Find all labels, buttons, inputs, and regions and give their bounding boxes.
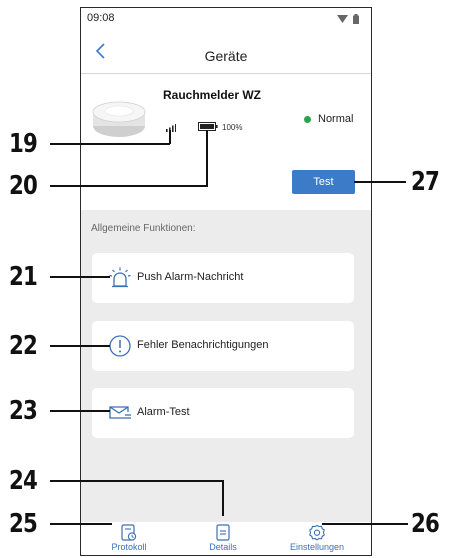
nav-bar: Geräte: [81, 30, 371, 74]
callout-line-24-vertical: [222, 480, 224, 516]
callout-20: 20: [9, 171, 38, 201]
signal-strength-icon: [166, 124, 176, 132]
alarm-light-icon: [109, 267, 131, 288]
envelope-icon: [109, 406, 131, 419]
test-button[interactable]: Test: [292, 170, 355, 194]
tab-details[interactable]: Details: [183, 524, 263, 552]
tab-einstellungen[interactable]: Einstellungen: [277, 524, 357, 552]
callout-21: 21: [9, 262, 38, 292]
smoke-detector-image: [92, 101, 146, 137]
error-notifications-card[interactable]: Fehler Benachrichtigungen: [92, 321, 354, 371]
callout-19: 19: [9, 129, 38, 159]
callout-25: 25: [9, 509, 38, 539]
callout-27: 27: [411, 167, 440, 197]
battery-status-icon: [353, 14, 359, 24]
document-icon: [216, 524, 230, 541]
functions-panel: Allgemeine Funktionen: Push Alarm-Nachri…: [81, 210, 371, 522]
card-label: Push Alarm-Nachricht: [137, 271, 244, 283]
phone-screen: 09:08 Geräte Rauchmelder WZ 100% Normal …: [80, 7, 372, 556]
callout-24: 24: [9, 466, 38, 496]
callout-line-20-vertical: [206, 130, 208, 187]
callout-line-26: [322, 523, 408, 525]
callout-line-21: [50, 276, 110, 278]
status-time: 09:08: [87, 12, 115, 24]
battery-icon: [198, 122, 218, 131]
callout-line-23: [50, 410, 110, 412]
status-icons: [337, 14, 359, 24]
device-name: Rauchmelder WZ: [163, 88, 262, 102]
log-icon: [121, 524, 137, 541]
page-title: Geräte: [204, 48, 248, 64]
status-indicator-dot: [304, 116, 311, 123]
status-bar: 09:08: [81, 8, 371, 30]
tab-label: Protokoll: [111, 542, 147, 552]
tab-protokoll[interactable]: Protokoll: [89, 524, 169, 552]
gear-icon: [309, 524, 325, 541]
tab-bar: Protokoll Details Einstellungen: [81, 522, 371, 555]
callout-line-22: [50, 345, 110, 347]
callout-22: 22: [9, 331, 38, 361]
push-alarm-card[interactable]: Push Alarm-Nachricht: [92, 253, 354, 303]
callout-26: 26: [411, 509, 440, 539]
exclamation-circle-icon: [109, 335, 131, 357]
callout-line-19-vertical: [169, 130, 171, 144]
callout-line-20: [50, 185, 208, 187]
card-label: Alarm-Test: [137, 406, 190, 418]
callout-line-19: [50, 143, 170, 145]
card-label: Fehler Benachrichtigungen: [137, 339, 269, 351]
section-label: Allgemeine Funktionen:: [91, 223, 196, 234]
alarm-test-card[interactable]: Alarm-Test: [92, 388, 354, 438]
tab-label: Details: [209, 542, 237, 552]
callout-23: 23: [9, 396, 38, 426]
callout-line-24: [50, 480, 224, 482]
device-status: Normal: [318, 113, 354, 125]
tab-label: Einstellungen: [289, 542, 345, 552]
callout-line-25: [50, 523, 112, 525]
wifi-icon: [337, 15, 348, 23]
callout-line-27: [354, 181, 406, 183]
battery-level: 100%: [222, 123, 243, 132]
